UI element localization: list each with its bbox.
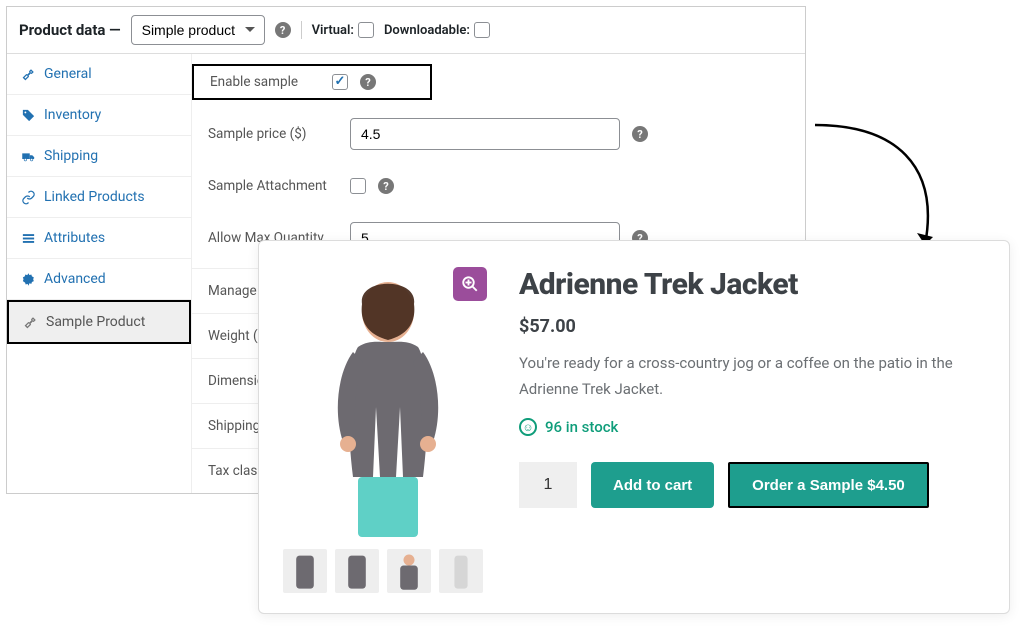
wrench-grey-icon (23, 315, 38, 330)
enable-sample-label: Enable sample (210, 74, 320, 90)
zoom-button[interactable] (453, 267, 487, 301)
quantity-input[interactable] (519, 462, 577, 508)
order-sample-button[interactable]: Order a Sample $4.50 (728, 462, 929, 508)
panel-header: Product data — Simple product ? Virtual:… (7, 7, 805, 54)
thumbnail-3[interactable] (387, 549, 431, 593)
tab-sample-label: Sample Product (46, 314, 145, 330)
sample-attachment-row: Sample Attachment ? (192, 164, 805, 208)
gear-icon (21, 272, 36, 287)
tab-inventory-label: Inventory (44, 107, 101, 123)
link-icon (21, 190, 36, 205)
product-card: Adrienne Trek Jacket $57.00 You're ready… (258, 240, 1010, 614)
tab-attributes[interactable]: Attributes (7, 218, 191, 259)
thumbnail-2[interactable] (335, 549, 379, 593)
sample-price-row: Sample price ($) ? (192, 104, 805, 164)
product-title: Adrienne Trek Jacket (519, 267, 985, 302)
tab-shipping[interactable]: Shipping (7, 136, 191, 177)
sample-price-label: Sample price ($) (208, 126, 338, 142)
downloadable-label: Downloadable: (384, 22, 490, 38)
tab-sample-product[interactable]: Sample Product (7, 300, 191, 344)
product-image[interactable] (298, 262, 478, 542)
product-type-select-wrap[interactable]: Simple product (131, 15, 265, 45)
help-icon[interactable]: ? (360, 74, 376, 90)
main-image-wrap (283, 261, 493, 543)
tab-general[interactable]: General (7, 54, 191, 95)
virtual-checkbox[interactable] (358, 22, 374, 38)
list-icon (21, 231, 36, 246)
virtual-label: Virtual: (312, 22, 374, 38)
thumbnail-1[interactable] (283, 549, 327, 593)
tab-general-label: General (44, 66, 92, 82)
wrench-icon (21, 67, 36, 82)
add-to-cart-button[interactable]: Add to cart (591, 462, 714, 508)
downloadable-label-text: Downloadable: (384, 23, 470, 38)
tab-advanced-label: Advanced (44, 271, 106, 287)
enable-sample-checkbox[interactable] (332, 74, 348, 90)
stock-text: 96 in stock (545, 418, 618, 436)
zoom-icon (461, 275, 479, 293)
help-icon[interactable]: ? (275, 22, 291, 38)
downloadable-checkbox[interactable] (474, 22, 490, 38)
thumbnail-row (283, 549, 493, 593)
help-icon[interactable]: ? (632, 126, 648, 142)
sample-attachment-label: Sample Attachment (208, 178, 338, 194)
tab-linked-label: Linked Products (44, 189, 145, 205)
thumbnail-4[interactable] (439, 549, 483, 593)
action-row: Add to cart Order a Sample $4.50 (519, 462, 985, 508)
sample-attachment-checkbox[interactable] (350, 178, 366, 194)
product-type-select[interactable]: Simple product (131, 15, 265, 45)
product-description: You're ready for a cross-country jog or … (519, 351, 985, 402)
tab-inventory[interactable]: Inventory (7, 95, 191, 136)
product-gallery (283, 261, 493, 593)
virtual-label-text: Virtual: (312, 23, 354, 38)
product-info: Adrienne Trek Jacket $57.00 You're ready… (519, 261, 985, 593)
tab-advanced[interactable]: Advanced (7, 259, 191, 300)
enable-sample-row: Enable sample ? (192, 64, 432, 100)
tag-icon (21, 108, 36, 123)
panel-title: Product data — (19, 21, 121, 39)
product-price: $57.00 (519, 316, 985, 337)
divider (301, 21, 302, 39)
truck-icon (21, 149, 36, 164)
tab-shipping-label: Shipping (44, 148, 98, 164)
help-icon[interactable]: ? (378, 178, 394, 194)
stock-status: ☺ 96 in stock (519, 418, 985, 436)
sample-price-input[interactable] (350, 118, 620, 150)
smile-icon: ☺ (519, 418, 537, 436)
side-tabs: General Inventory Shipping Linked Produc… (7, 54, 192, 493)
tab-linked-products[interactable]: Linked Products (7, 177, 191, 218)
tab-attributes-label: Attributes (44, 230, 105, 246)
